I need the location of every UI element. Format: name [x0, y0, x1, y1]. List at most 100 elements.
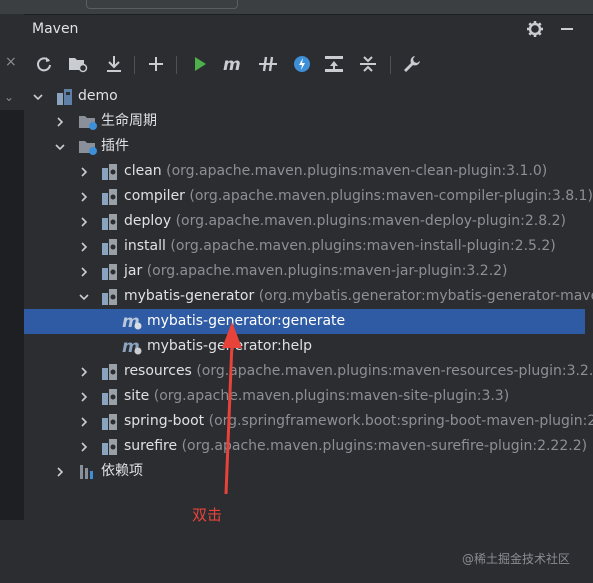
editor-tab-fragment — [86, 0, 238, 9]
goal-label: mybatis-generator:generate — [147, 313, 346, 329]
chevron-right-icon[interactable] — [78, 384, 90, 409]
run-icon[interactable] — [188, 52, 212, 76]
collapse-all-icon[interactable] — [356, 52, 380, 76]
maven-tool-window: Maven m demo 生命周期 插件 clean (org.apache.m… — [24, 0, 593, 583]
tree-node-lifecycle[interactable]: 生命周期 — [24, 109, 593, 134]
execute-maven-goal-icon[interactable]: m — [222, 52, 246, 76]
minimize-icon[interactable] — [556, 18, 578, 40]
plugin-name: clean — [124, 163, 162, 179]
skip-tests-icon[interactable] — [290, 52, 314, 76]
plugin-label: install (org.apache.maven.plugins:maven-… — [124, 234, 556, 259]
plugin-icon — [100, 162, 120, 182]
chevron-down-icon[interactable] — [78, 284, 90, 309]
plugin-label: jar (org.apache.maven.plugins:maven-jar-… — [124, 259, 508, 284]
plugin-label: spring-boot (org.springframework.boot:sp… — [124, 409, 593, 434]
tree-node-plugin[interactable]: jar (org.apache.maven.plugins:maven-jar-… — [24, 259, 593, 284]
toolbar-separator — [134, 56, 135, 74]
editor-code-area — [0, 110, 24, 520]
wrench-icon[interactable] — [400, 52, 424, 76]
plugin-icon — [100, 187, 120, 207]
editor-top-strip — [0, 0, 24, 14]
chevron-right-icon[interactable] — [78, 359, 90, 384]
chevron-right-icon[interactable] — [78, 409, 90, 434]
project-label: demo — [78, 88, 118, 104]
plugin-label: mybatis-generator (org.mybatis.generator… — [124, 284, 593, 309]
toggle-offline-icon[interactable] — [256, 52, 280, 76]
plugin-coordinates: (org.mybatis.generator:mybatis-generator… — [258, 288, 593, 304]
chevron-down-icon[interactable] — [54, 134, 66, 159]
plugin-coordinates: (org.apache.maven.plugins:maven-jar-plug… — [146, 263, 508, 279]
download-icon[interactable] — [102, 52, 126, 76]
plugin-label: resources (org.apache.maven.plugins:mave… — [124, 359, 593, 384]
plugins-folder-icon — [78, 137, 98, 157]
tree-node-project[interactable]: demo — [24, 84, 593, 109]
chevron-right-icon[interactable] — [78, 209, 90, 234]
show-dependencies-icon[interactable] — [322, 52, 346, 76]
plugin-label: compiler (org.apache.maven.plugins:maven… — [124, 184, 593, 209]
plugin-coordinates: (org.apache.maven.plugins:maven-install-… — [170, 238, 556, 254]
plugin-name: mybatis-generator — [124, 288, 255, 304]
window-top-bar — [24, 0, 593, 15]
panel-title: Maven — [32, 21, 79, 37]
plugin-coordinates: (org.springframework.boot:spring-boot-ma… — [208, 413, 593, 429]
generate-sources-icon[interactable] — [66, 52, 90, 76]
tree-node-plugin[interactable]: spring-boot (org.springframework.boot:sp… — [24, 409, 593, 434]
plugin-icon — [100, 387, 120, 407]
plugin-icon — [100, 287, 120, 307]
chevron-down-icon[interactable] — [32, 84, 44, 109]
reload-icon[interactable] — [32, 52, 56, 76]
close-icon[interactable]: × — [5, 54, 17, 70]
plugin-coordinates: (org.apache.maven.plugins:maven-compiler… — [189, 188, 593, 204]
plugins-label: 插件 — [101, 138, 129, 154]
tree-node-plugin[interactable]: compiler (org.apache.maven.plugins:maven… — [24, 184, 593, 209]
plugin-name: compiler — [124, 188, 185, 204]
tool-window-header: Maven — [24, 14, 593, 44]
plugin-icon — [100, 237, 120, 257]
toolbar-separator — [390, 56, 391, 74]
svg-text:m: m — [223, 56, 241, 72]
chevron-right-icon[interactable] — [78, 434, 90, 459]
toolbar-separator — [176, 56, 177, 74]
chevron-right-icon[interactable] — [54, 109, 66, 134]
goal-label: mybatis-generator:help — [147, 338, 312, 354]
chevron-right-icon[interactable] — [54, 459, 66, 484]
tree-node-dependencies[interactable]: 依赖项 — [24, 459, 593, 484]
plugin-icon — [100, 262, 120, 282]
plugin-coordinates: (org.apache.maven.plugins:maven-site-plu… — [153, 388, 510, 404]
plugin-icon — [100, 412, 120, 432]
plugin-name: resources — [124, 363, 192, 379]
tree-node-plugin[interactable]: deploy (org.apache.maven.plugins:maven-d… — [24, 209, 593, 234]
plugin-coordinates: (org.apache.maven.plugins:maven-resource… — [196, 363, 593, 379]
plugin-label: site (org.apache.maven.plugins:maven-sit… — [124, 384, 509, 409]
tree-node-plugin[interactable]: surefire (org.apache.maven.plugins:maven… — [24, 434, 593, 459]
plugin-name: jar — [124, 263, 143, 279]
chevron-right-icon[interactable] — [78, 159, 90, 184]
tree-node-goal-generate[interactable]: m mybatis-generator:generate — [24, 309, 585, 334]
maven-project-icon — [55, 87, 75, 107]
add-icon[interactable] — [144, 52, 168, 76]
plugin-icon — [100, 362, 120, 382]
dependencies-icon — [78, 462, 98, 482]
plugin-coordinates: (org.apache.maven.plugins:maven-clean-pl… — [166, 163, 548, 179]
tree-node-plugin[interactable]: install (org.apache.maven.plugins:maven-… — [24, 234, 593, 259]
editor-gutter-strip: × ⌄ — [0, 0, 25, 583]
annotation-label: 双击 — [192, 506, 223, 524]
gear-icon[interactable] — [524, 18, 546, 40]
plugin-coordinates: (org.apache.maven.plugins:maven-deploy-p… — [175, 213, 566, 229]
chevron-down-icon[interactable]: ⌄ — [4, 90, 14, 104]
tree-node-goal-help[interactable]: m mybatis-generator:help — [24, 334, 593, 359]
chevron-right-icon[interactable] — [78, 184, 90, 209]
tree-node-plugin-mybatis-generator[interactable]: mybatis-generator (org.mybatis.generator… — [24, 284, 593, 309]
tree-node-plugins[interactable]: 插件 — [24, 134, 593, 159]
maven-goal-icon: m — [122, 312, 142, 332]
chevron-right-icon[interactable] — [78, 234, 90, 259]
plugin-icon — [100, 437, 120, 457]
watermark: @稀土掘金技术社区 — [462, 552, 571, 566]
plugin-coordinates: (org.apache.maven.plugins:maven-surefire… — [181, 438, 588, 454]
tree-node-plugin[interactable]: clean (org.apache.maven.plugins:maven-cl… — [24, 159, 593, 184]
tree-node-plugin[interactable]: site (org.apache.maven.plugins:maven-sit… — [24, 384, 593, 409]
lifecycle-label: 生命周期 — [101, 113, 157, 129]
plugin-name: deploy — [124, 213, 172, 229]
tree-node-plugin[interactable]: resources (org.apache.maven.plugins:mave… — [24, 359, 593, 384]
chevron-right-icon[interactable] — [78, 259, 90, 284]
